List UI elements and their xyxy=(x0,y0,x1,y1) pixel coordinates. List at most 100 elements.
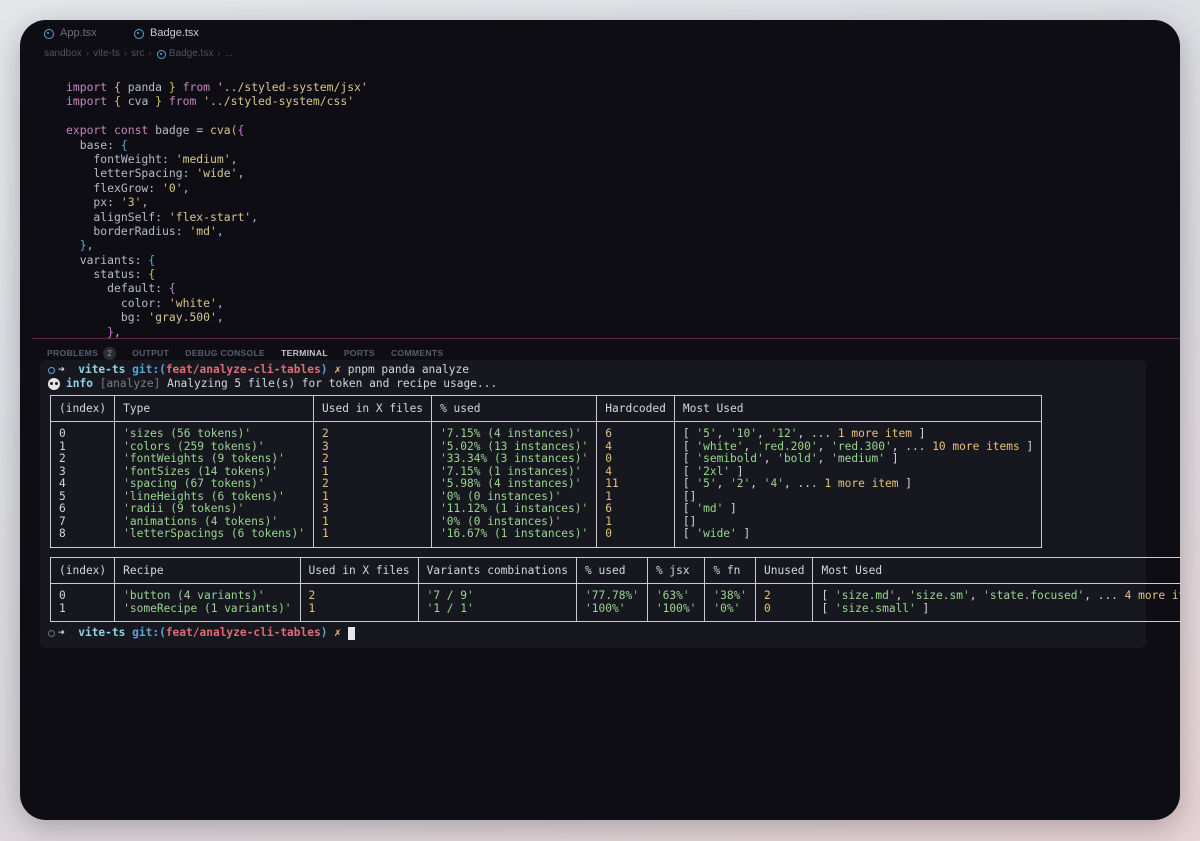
table-cell: 0 xyxy=(605,527,612,540)
code-token: '../styled-system/jsx' xyxy=(216,80,368,94)
breadcrumb-item-symbol[interactable]: ... xyxy=(225,48,233,59)
table-cell: '33.34% (3 instances)' xyxy=(440,452,589,465)
table-column-cell: '7 / 9' '1 / 1' xyxy=(417,583,578,622)
table-cell: 2 xyxy=(764,589,771,602)
table-cell: '16.67% (1 instances)' xyxy=(440,527,589,540)
table-cell: 1 xyxy=(605,514,612,528)
command-text: pnpm panda analyze xyxy=(347,363,469,376)
table-cell: 'sizes (56 tokens)' xyxy=(123,427,252,440)
code-token: letterSpacing: xyxy=(66,166,197,181)
code-token: px: xyxy=(66,195,121,210)
table-column-cell: 'button (4 variants)''someRecipe (1 vari… xyxy=(114,583,301,622)
table-cell: '100%' xyxy=(655,601,697,615)
code-token: fontWeight: xyxy=(66,151,176,166)
table-cell: [ 'size.small' ] xyxy=(821,601,930,615)
column-header: Variants combinations xyxy=(417,557,578,584)
code-line: flexGrow: '0', xyxy=(66,181,368,195)
table-cell: 3 xyxy=(59,464,66,478)
breadcrumb-item-sandbox[interactable]: sandbox xyxy=(44,48,82,59)
tab-terminal[interactable]: TERMINAL xyxy=(281,346,328,360)
code-line: import { cva } from '../styled-system/cs… xyxy=(66,94,368,108)
code-token: from xyxy=(182,80,217,94)
tab-label: PORTS xyxy=(343,348,375,358)
tab-badge-tsx[interactable]: Badge.tsx xyxy=(120,20,211,46)
code-token: { xyxy=(114,80,128,94)
prompt-arrow-icon: ➜ xyxy=(58,363,79,376)
table-cell: '0%' xyxy=(713,601,741,615)
table-cell: [ 'md' ] xyxy=(682,502,737,515)
editor-tabs: App.tsx Badge.tsx xyxy=(20,20,1180,46)
code-token: bg: xyxy=(66,310,149,325)
code-line: bg: 'gray.500', xyxy=(66,310,368,324)
tab-output[interactable]: OUTPUT xyxy=(132,346,169,360)
table-cell: 6 xyxy=(59,502,66,515)
git-prefix: git:( xyxy=(132,626,166,639)
editor-window: App.tsx Badge.tsx sandbox › vite-ts › sr… xyxy=(20,20,1180,820)
tab-debug-console[interactable]: DEBUG CONSOLE xyxy=(185,346,265,360)
breadcrumb-item-src[interactable]: src xyxy=(131,48,144,59)
table-cell: '38%' xyxy=(713,589,748,602)
column-header: (index) xyxy=(49,395,116,422)
table-cell: '5.98% (4 instances)' xyxy=(440,477,582,490)
code-token: panda xyxy=(127,80,169,94)
table-cell: 1 xyxy=(605,489,612,503)
prompt-dir: vite-ts xyxy=(78,363,126,376)
table-cell: 1 xyxy=(322,527,329,540)
code-token: 'white' xyxy=(168,295,217,310)
code-token: , xyxy=(237,166,245,181)
panel-divider[interactable] xyxy=(32,338,1180,339)
prompt-dir: vite-ts xyxy=(78,626,126,639)
table-cell: 2 xyxy=(322,427,329,440)
code-token: { xyxy=(148,267,156,282)
code-token: , xyxy=(230,151,238,166)
problems-count-badge: 2 xyxy=(103,346,117,360)
code-line: letterSpacing: 'wide', xyxy=(66,166,368,180)
code-token: , xyxy=(114,324,121,339)
table-cell: 3 xyxy=(322,502,329,515)
tab-ports[interactable]: PORTS xyxy=(344,346,375,360)
column-header: Most Used xyxy=(812,557,1180,584)
column-header: Unused xyxy=(755,557,814,584)
code-token: '../styled-system/css' xyxy=(203,94,355,109)
code-token: 'gray.500' xyxy=(148,310,217,325)
code-token: , xyxy=(216,310,224,325)
table-cell: '63%' xyxy=(655,589,690,602)
breadcrumb-item-vite-ts[interactable]: vite-ts xyxy=(93,48,120,59)
code-token: , xyxy=(216,295,224,310)
table-cell: 11 xyxy=(605,477,619,490)
table-cell: 'fontWeights (9 tokens)' xyxy=(123,452,285,465)
code-token: flexGrow: xyxy=(66,180,163,195)
code-token: borderRadius: xyxy=(66,223,190,238)
tab-app-tsx[interactable]: App.tsx xyxy=(20,20,120,46)
tab-label: Badge.tsx xyxy=(150,27,199,39)
chevron-right-icon: › xyxy=(148,48,152,59)
code-editor[interactable]: import { panda } from '../styled-system/… xyxy=(66,80,368,339)
column-header: Type xyxy=(114,395,315,422)
code-token: } xyxy=(66,324,115,339)
column-header: Used in X files xyxy=(299,557,419,584)
table-column-cell: 232121311 xyxy=(313,421,433,548)
chevron-right-icon: › xyxy=(217,48,221,59)
breadcrumb-item-file[interactable]: Badge.tsx xyxy=(169,48,213,59)
code-token: color: xyxy=(66,295,169,310)
git-suffix: ) xyxy=(320,626,328,639)
table-column-cell: 'sizes (56 tokens)''colors (259 tokens)'… xyxy=(114,421,315,548)
table-column-cell: [ 'size.md', 'size.sm', 'state.focused',… xyxy=(812,583,1180,622)
info-label: info xyxy=(66,377,93,390)
table-cell: 8 xyxy=(59,527,66,540)
panel-tabs: PROBLEMS 2 OUTPUT DEBUG CONSOLE TERMINAL… xyxy=(47,346,460,360)
terminal[interactable]: ➜ vite-ts git:(feat/analyze-cli-tables) … xyxy=(40,360,1180,648)
dirty-mark: ✗ xyxy=(334,363,341,376)
breadcrumb: sandbox › vite-ts › src › Badge.tsx › ..… xyxy=(44,48,233,59)
table-cell: 0 xyxy=(605,452,612,465)
table-cell: 1 xyxy=(322,464,329,478)
tokens-table: (index) Type Used in X files% used Hardcode… xyxy=(49,395,1043,548)
tab-comments[interactable]: COMMENTS xyxy=(391,346,444,360)
column-header: % jsx xyxy=(646,557,706,584)
code-token: = xyxy=(196,123,211,138)
code-token: import xyxy=(66,80,115,94)
code-token: , xyxy=(86,238,94,253)
code-token: status: xyxy=(66,267,149,282)
tab-problems[interactable]: PROBLEMS 2 xyxy=(47,346,117,360)
code-line: borderRadius: 'md', xyxy=(66,224,368,238)
